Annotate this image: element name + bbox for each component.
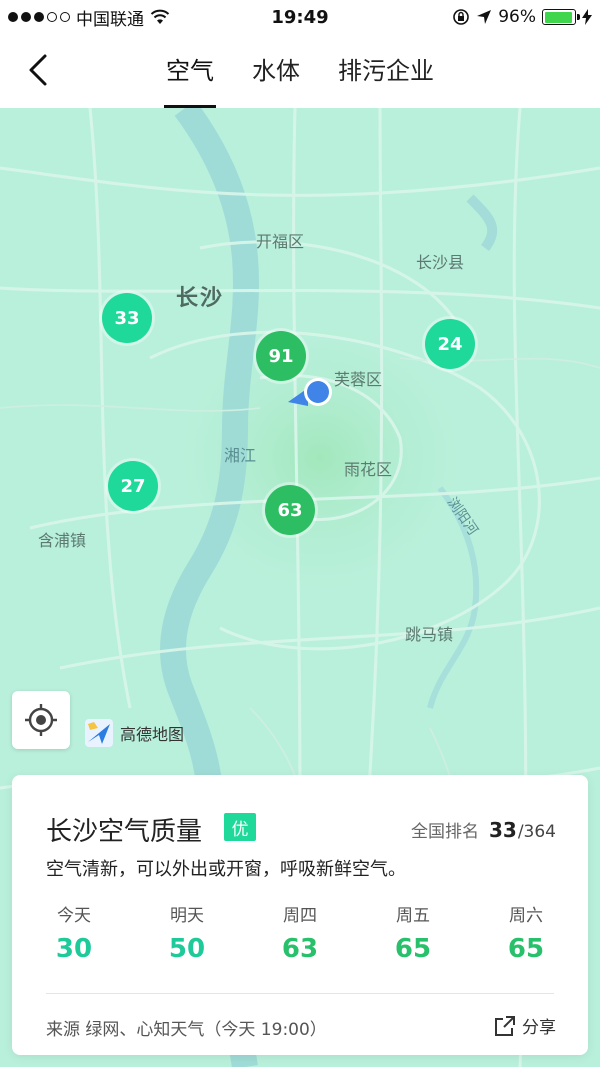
tab-air[interactable]: 空气 xyxy=(164,34,216,108)
rank-label: 全国排名 xyxy=(410,822,479,842)
aqi-marker[interactable]: 24 xyxy=(425,319,475,369)
card-title: 长沙空气质量 xyxy=(46,817,203,847)
aqi-level-badge: 优 xyxy=(224,813,256,841)
tab-water[interactable]: 水体 xyxy=(250,34,302,108)
map-label-river: 湘江 xyxy=(224,446,257,465)
locate-button[interactable] xyxy=(12,691,70,749)
national-rank: 全国排名 33 /364 xyxy=(411,817,556,842)
rank-value: 33 xyxy=(488,818,517,842)
forecast-row: 今天 30 明天 50 周四 63 周五 65 周六 65 xyxy=(34,901,566,964)
forecast-value: 30 xyxy=(55,934,93,964)
nav-bar: 空气 水体 排污企业 xyxy=(0,34,600,108)
share-icon xyxy=(495,1015,515,1036)
user-location-icon xyxy=(288,378,332,406)
battery-percent: 96% xyxy=(498,7,536,27)
tab-polluters[interactable]: 排污企业 xyxy=(336,34,436,108)
map-provider-label: 高德地图 xyxy=(120,725,185,744)
forecast-item: 周五 65 xyxy=(373,901,453,964)
location-arrow-icon xyxy=(477,10,492,24)
aqi-marker[interactable]: 27 xyxy=(108,461,158,511)
rank-total: /364 xyxy=(517,822,556,842)
forecast-day: 明天 xyxy=(170,906,204,926)
forecast-value: 63 xyxy=(281,934,319,964)
battery-icon xyxy=(542,9,580,25)
status-right: 96% xyxy=(452,7,592,27)
tab-bar: 空气 水体 排污企业 xyxy=(0,34,600,108)
charging-icon xyxy=(582,9,592,25)
share-label: 分享 xyxy=(522,1018,556,1038)
aqi-description: 空气清新，可以外出或开窗，呼吸新鲜空气。 xyxy=(46,859,406,880)
forecast-day: 周五 xyxy=(396,906,430,926)
map-label-hanpu: 含浦镇 xyxy=(38,531,87,550)
forecast-item: 明天 50 xyxy=(147,901,227,964)
forecast-item: 周四 63 xyxy=(260,901,340,964)
forecast-day: 今天 xyxy=(57,906,91,926)
map-provider-logo: 高德地图 xyxy=(84,718,184,748)
aqi-card: 长沙空气质量 优 全国排名 33 /364 空气清新，可以外出或开窗，呼吸新鲜空… xyxy=(12,775,588,1055)
card-divider xyxy=(46,993,554,994)
rotation-lock-icon xyxy=(453,9,470,25)
map-label-changsha-county: 长沙县 xyxy=(416,253,465,272)
map-label-tiaoma: 跳马镇 xyxy=(405,625,454,644)
forecast-item: 周六 65 xyxy=(486,901,566,964)
status-bar: 中国联通 19:49 96% xyxy=(0,0,600,34)
map-label-furong: 芙蓉区 xyxy=(334,370,383,389)
forecast-item: 今天 30 xyxy=(34,901,114,964)
forecast-day: 周四 xyxy=(283,906,317,926)
forecast-value: 50 xyxy=(168,934,206,964)
map-label-yuhua: 雨花区 xyxy=(344,460,393,479)
map-label-kaifu: 开福区 xyxy=(256,232,305,251)
crosshair-icon xyxy=(25,704,57,736)
aqi-marker[interactable]: 33 xyxy=(102,293,152,343)
map-label-city: 长沙 xyxy=(176,286,225,311)
forecast-value: 65 xyxy=(394,934,432,964)
share-button[interactable]: 分享 xyxy=(494,1013,556,1038)
amap-logo-icon xyxy=(85,719,113,747)
data-source: 来源 绿网、心知天气（今天 19:00） xyxy=(46,1020,327,1040)
forecast-value: 65 xyxy=(507,934,545,964)
aqi-marker[interactable]: 63 xyxy=(265,485,315,535)
forecast-day: 周六 xyxy=(509,906,543,926)
